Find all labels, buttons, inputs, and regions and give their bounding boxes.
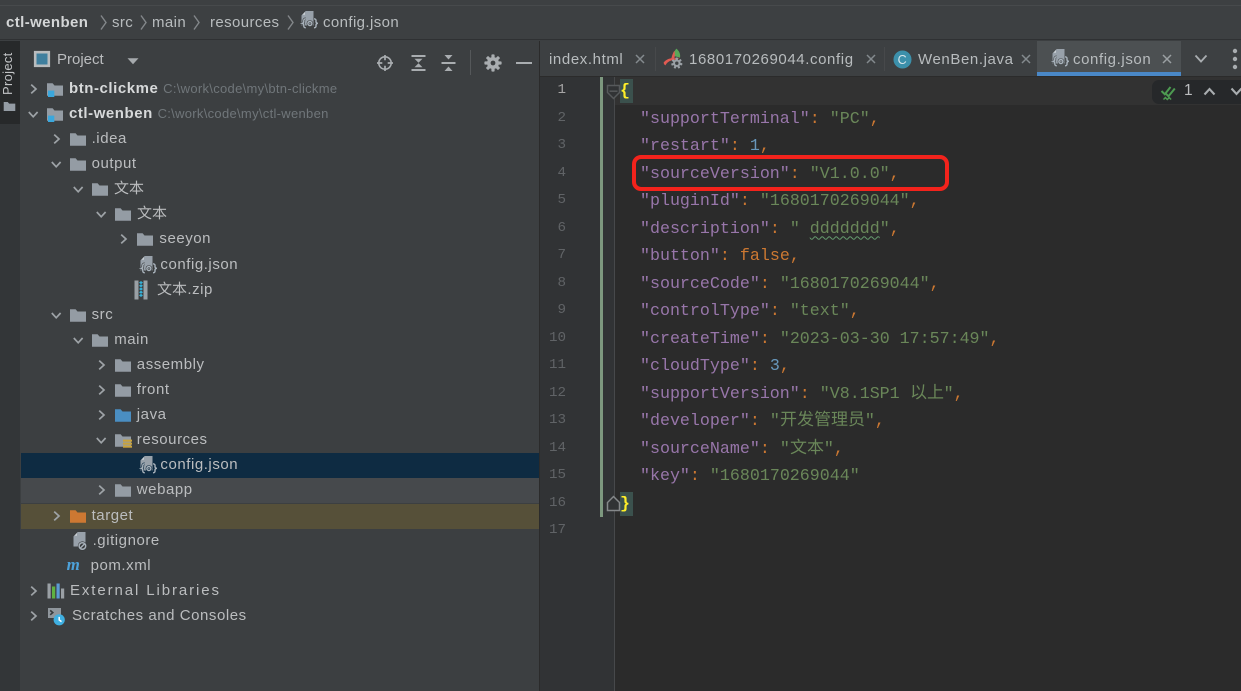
svg-text:C: C — [898, 53, 908, 67]
